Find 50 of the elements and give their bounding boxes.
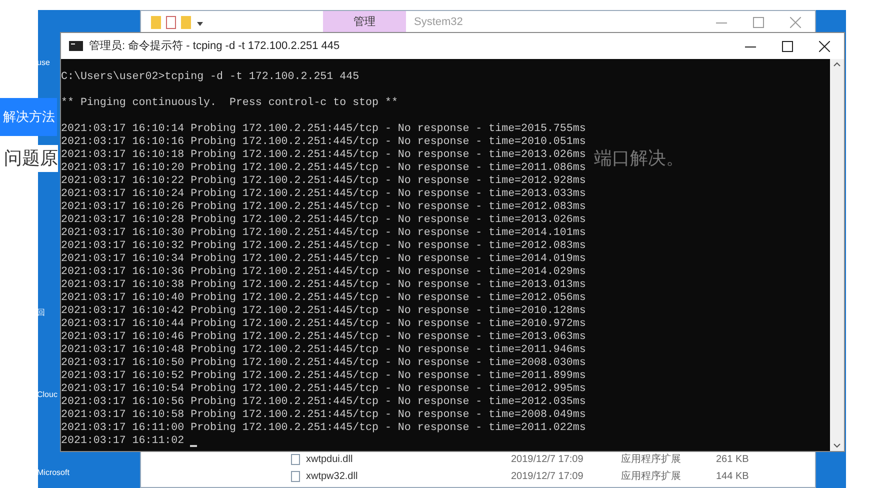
console-line: 2021:03:17 16:10:30 Probing 172.100.2.251:445/tcp - No response - time=2014.101ms	[61, 227, 586, 240]
file-size: 144 KB	[716, 470, 749, 484]
console-icon	[69, 41, 83, 51]
console-line: 2021:03:17 16:10:32 Probing 172.100.2.251:445/tcp - No response - time=2012.083ms	[61, 240, 586, 253]
console-line: 2021:03:17 16:10:20 Probing 172.100.2.251:445/tcp - No response - time=2011.086ms	[61, 162, 586, 175]
scroll-up-icon[interactable]	[833, 61, 841, 67]
window-title: 管理员: 命令提示符 - tcping -d -t 172.100.2.251 445	[89, 38, 341, 54]
console-line: 2021:03:17 16:10:48 Probing 172.100.2.251:445/tcp - No response - time=2011.946ms	[61, 344, 586, 357]
file-name[interactable]: xwtpw32.dll	[306, 469, 511, 484]
console-line: 2021:03:17 16:11:00 Probing 172.100.2.251:445/tcp - No response - time=2011.022ms	[61, 422, 586, 435]
article-text: 问题原	[4, 145, 58, 172]
console-line: 2021:03:17 16:10:44 Probing 172.100.2.251:445/tcp - No response - time=2010.972ms	[61, 318, 586, 331]
console-line: 2021:03:17 16:10:38 Probing 172.100.2.251:445/tcp - No response - time=2013.013ms	[61, 279, 586, 292]
console-line: 2021:03:17 16:10:14 Probing 172.100.2.251:445/tcp - No response - time=2015.755ms	[61, 123, 586, 136]
file-name[interactable]: xwtpdui.dll	[306, 452, 511, 467]
file-type: 应用程序扩展	[621, 470, 682, 484]
file-date: 2019/12/7 17:09	[511, 453, 584, 467]
maximize-icon[interactable]	[782, 40, 793, 52]
console-line: 2021:03:17 16:10:50 Probing 172.100.2.251:445/tcp - No response - time=2008.030ms	[61, 357, 586, 370]
console-line: C:\Users\user02>tcping -d -t 172.100.2.251 445	[61, 71, 360, 84]
console-line: 2021:03:17 16:11:02	[61, 435, 184, 448]
console-line: 2021:03:17 16:10:34 Probing 172.100.2.251:445/tcp - No response - time=2014.019ms	[61, 253, 586, 266]
console-line: 2021:03:17 16:10:36 Probing 172.100.2.251:445/tcp - No response - time=2014.029ms	[61, 266, 586, 279]
close-icon[interactable]	[819, 40, 830, 52]
text-cursor	[190, 445, 198, 447]
console-line: 2021:03:17 16:10:22 Probing 172.100.2.251:445/tcp - No response - time=2012.928ms	[61, 175, 586, 188]
article-heading: 解决方法	[0, 98, 57, 136]
console-line: 2021:03:17 16:10:56 Probing 172.100.2.251:445/tcp - No response - time=2012.035ms	[61, 396, 586, 409]
scroll-down-icon[interactable]	[833, 443, 841, 449]
console-line: 2021:03:17 16:10:52 Probing 172.100.2.251:445/tcp - No response - time=2011.899ms	[61, 370, 586, 383]
file-size: 261 KB	[716, 453, 749, 467]
console-line: 2021:03:17 16:10:24 Probing 172.100.2.251:445/tcp - No response - time=2013.033ms	[61, 188, 586, 201]
article-text: 端口解决。	[594, 147, 684, 170]
console-line: 2021:03:17 16:10:42 Probing 172.100.2.251:445/tcp - No response - time=2010.128ms	[61, 305, 586, 318]
console-line: 2021:03:17 16:10:58 Probing 172.100.2.251:445/tcp - No response - time=2008.049ms	[61, 409, 586, 422]
console-line: 2021:03:17 16:10:16 Probing 172.100.2.251:445/tcp - No response - time=2010.051ms	[61, 136, 586, 149]
window-title: System32	[414, 15, 464, 30]
file-date: 2019/12/7 17:09	[511, 470, 584, 484]
console-line: ** Pinging continuously. Press control-c to stop **	[61, 97, 398, 110]
file-icon	[291, 471, 300, 482]
console-line: 2021:03:17 16:10:40 Probing 172.100.2.251:445/tcp - No response - time=2012.056ms	[61, 292, 586, 305]
console-line: 2021:03:17 16:10:18 Probing 172.100.2.251:445/tcp - No response - time=2013.026ms	[61, 149, 586, 162]
file-type: 应用程序扩展	[621, 452, 682, 467]
file-icon	[291, 454, 300, 465]
console-line: 2021:03:17 16:10:46 Probing 172.100.2.251:445/tcp - No response - time=2013.063ms	[61, 331, 586, 344]
ribbon-tab[interactable]: 管理	[323, 11, 406, 34]
console-line: 2021:03:17 16:10:54 Probing 172.100.2.251:445/tcp - No response - time=2012.995ms	[61, 383, 586, 396]
desktop-icon-label[interactable]: Microsoft	[37, 468, 70, 478]
console-line: 2021:03:17 16:10:28 Probing 172.100.2.251:445/tcp - No response - time=2013.026ms	[61, 214, 586, 227]
console-line: 2021:03:17 16:10:26 Probing 172.100.2.251:445/tcp - No response - time=2012.083ms	[61, 201, 586, 214]
